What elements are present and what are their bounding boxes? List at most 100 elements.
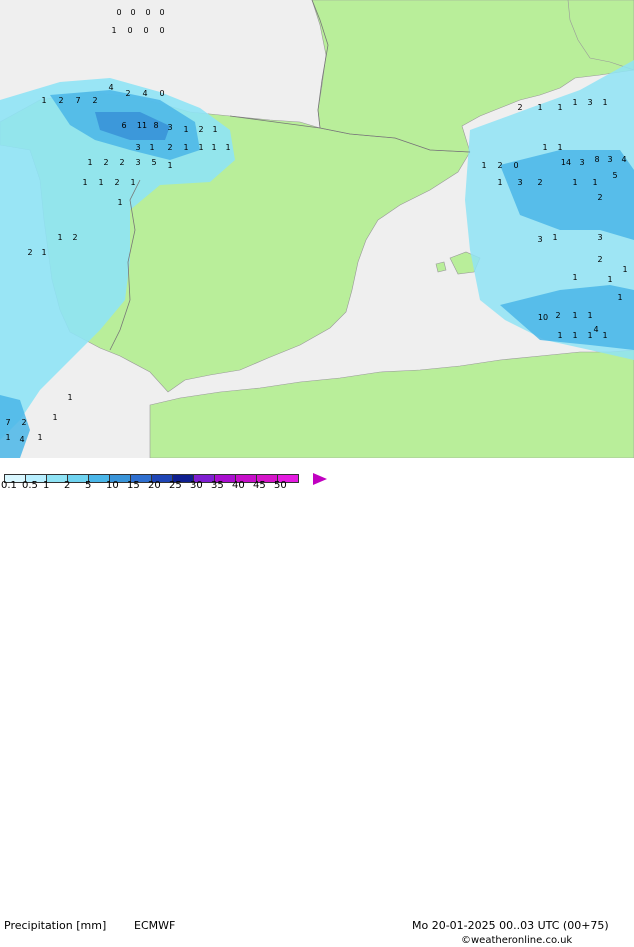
precip-value-label: 1 xyxy=(537,103,542,112)
scale-tick-label: 5 xyxy=(85,480,92,491)
precip-value-label: 1 xyxy=(57,233,62,242)
precip-value-label: 2 xyxy=(537,178,542,187)
precip-value-label: 1 xyxy=(617,293,622,302)
scale-tick-label: 35 xyxy=(211,480,224,491)
precip-value-label: 2 xyxy=(597,193,602,202)
precip-value-label: 1 xyxy=(130,178,135,187)
precip-value-label: 1 xyxy=(572,311,577,320)
precip-value-label: 3 xyxy=(579,158,584,167)
precip-value-label: 2 xyxy=(21,418,26,427)
precip-value-label: 2 xyxy=(167,143,172,152)
precip-value-label: 1 xyxy=(183,143,188,152)
precip-value-label: 7 xyxy=(75,96,80,105)
precip-value-label: 2 xyxy=(517,103,522,112)
precip-value-label: 1 xyxy=(572,273,577,282)
scale-tick-label: 10 xyxy=(106,480,119,491)
precip-value-label: 2 xyxy=(92,96,97,105)
precip-value-label: 0 xyxy=(127,26,132,35)
precip-value-label: 1 xyxy=(557,331,562,340)
scale-tick-label: 2 xyxy=(64,480,71,491)
precip-value-label: 11 xyxy=(137,121,147,130)
precip-value-label: 1 xyxy=(67,393,72,402)
precip-value-label: 2 xyxy=(597,255,602,264)
precip-value-label: 8 xyxy=(153,121,158,130)
precip-value-label: 1 xyxy=(198,143,203,152)
precip-value-label: 3 xyxy=(607,155,612,164)
scale-tick-label: 50 xyxy=(274,480,287,491)
precip-value-label: 3 xyxy=(167,123,172,132)
precip-value-label: 3 xyxy=(517,178,522,187)
scale-tick-label: 0.1 xyxy=(1,480,17,491)
precip-value-label: 1 xyxy=(622,265,627,274)
precip-value-label: 3 xyxy=(597,233,602,242)
precip-value-label: 1 xyxy=(82,178,87,187)
precip-value-label: 8 xyxy=(594,155,599,164)
precip-value-label: 0 xyxy=(513,161,518,170)
precip-value-label: 10 xyxy=(538,313,548,322)
precip-value-label: 0 xyxy=(143,26,148,35)
precip-value-label: 1 xyxy=(212,125,217,134)
precip-value-label: 3 xyxy=(587,98,592,107)
scale-tick-label: 0.5 xyxy=(22,480,38,491)
precip-value-label: 1 xyxy=(225,143,230,152)
precip-value-label: 7 xyxy=(5,418,10,427)
precip-value-label: 1 xyxy=(602,331,607,340)
precip-value-label: 14 xyxy=(561,158,571,167)
precip-value-label: 2 xyxy=(27,248,32,257)
precip-value-label: 4 xyxy=(621,155,626,164)
precip-value-label: 1 xyxy=(572,98,577,107)
precip-value-label: 1 xyxy=(497,178,502,187)
precip-value-label: 5 xyxy=(612,171,617,180)
precip-value-label: 1 xyxy=(552,233,557,242)
precip-value-label: 3 xyxy=(135,158,140,167)
precip-value-label: 0 xyxy=(159,89,164,98)
precip-value-label: 4 xyxy=(593,325,598,334)
precip-value-label: 3 xyxy=(537,235,542,244)
scale-tick-label: 30 xyxy=(190,480,203,491)
scale-tick-label: 20 xyxy=(148,480,161,491)
precip-value-label: 1 xyxy=(587,311,592,320)
precip-value-label: 1 xyxy=(98,178,103,187)
precip-value-label: 0 xyxy=(130,8,135,17)
precip-value-label: 1 xyxy=(481,161,486,170)
credit-text: ©weatheronline.co.uk xyxy=(461,935,573,946)
precip-value-label: 2 xyxy=(198,125,203,134)
scale-tick-label: 25 xyxy=(169,480,182,491)
land-ibiza xyxy=(435,261,447,273)
precip-value-label: 0 xyxy=(159,8,164,17)
precip-value-label: 0 xyxy=(145,8,150,17)
scale-tick-label: 1 xyxy=(43,480,50,491)
precip-value-label: 1 xyxy=(557,103,562,112)
precip-value-label: 1 xyxy=(41,248,46,257)
precip-value-label: 1 xyxy=(41,96,46,105)
precip-value-label: 4 xyxy=(19,435,24,444)
precip-value-label: 2 xyxy=(497,161,502,170)
precip-value-label: 5 xyxy=(151,158,156,167)
precip-value-label: 1 xyxy=(572,331,577,340)
precip-value-label: 1 xyxy=(117,198,122,207)
precip-value-label: 1 xyxy=(149,143,154,152)
scale-tick-label: 15 xyxy=(127,480,140,491)
precip-value-label: 1 xyxy=(602,98,607,107)
scale-arrow-icon xyxy=(313,473,327,485)
precip-value-label: 0 xyxy=(116,8,121,17)
precip-value-label: 1 xyxy=(5,433,10,442)
precip-value-label: 1 xyxy=(111,26,116,35)
precip-value-label: 2 xyxy=(103,158,108,167)
valid-time: Mo 20-01-2025 00..03 UTC (00+75) xyxy=(412,919,609,932)
precip-value-label: 2 xyxy=(58,96,63,105)
precip-value-label: 2 xyxy=(125,89,130,98)
precip-value-label: 1 xyxy=(52,413,57,422)
precip-value-label: 2 xyxy=(72,233,77,242)
legend-title: Precipitation [mm] xyxy=(4,919,107,932)
precip-value-label: 2 xyxy=(114,178,119,187)
precip-value-label: 1 xyxy=(592,178,597,187)
precip-value-label: 6 xyxy=(121,121,126,130)
precipitation-map: 0 0 0 01 0 0 01 2 7 242 4 06 11 8 3 1 2 13 1 2 1 1 1 11 2 2 3 5 11 1 2… xyxy=(0,0,634,458)
precip-value-label: 3 xyxy=(135,143,140,152)
precip-value-label: 1 xyxy=(211,143,216,152)
precip-value-label: 1 xyxy=(87,158,92,167)
precip-value-label: 1 xyxy=(167,161,172,170)
precip-value-label: 1 xyxy=(37,433,42,442)
precip-value-label: 1 xyxy=(183,125,188,134)
